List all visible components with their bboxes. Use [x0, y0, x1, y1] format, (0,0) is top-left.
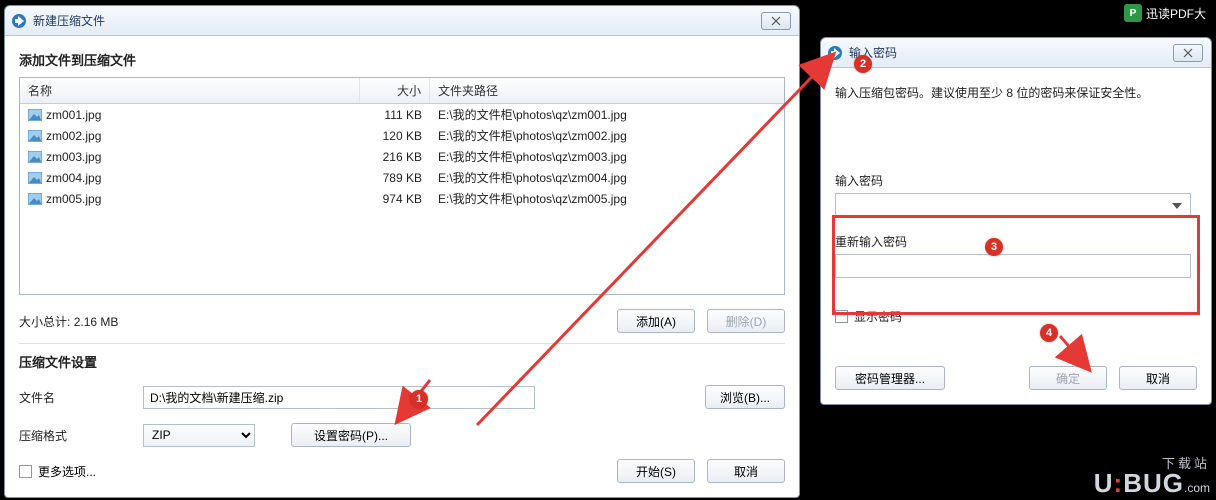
step-marker-2: 2 — [854, 55, 872, 73]
pdf-app-icon: P — [1124, 4, 1142, 22]
add-files-heading: 添加文件到压缩文件 — [19, 50, 785, 69]
ok-button[interactable]: 确定 — [1029, 366, 1107, 390]
image-file-icon — [28, 151, 42, 163]
dialog-message: 输入压缩包密码。建议使用至少 8 位的密码来保证安全性。 — [835, 84, 1197, 102]
image-file-icon — [28, 193, 42, 205]
password-label: 输入密码 — [835, 172, 1197, 189]
image-file-icon — [28, 130, 42, 142]
dialog-title: 新建压缩文件 — [33, 12, 105, 29]
step-marker-3: 3 — [985, 238, 1003, 256]
settings-heading: 压缩文件设置 — [19, 352, 785, 371]
browse-button[interactable]: 浏览(B)... — [705, 385, 785, 409]
step-marker-4: 4 — [1040, 324, 1058, 342]
table-header: 名称 大小 文件夹路径 — [20, 78, 784, 104]
more-options-checkbox[interactable]: 更多选项... — [19, 463, 96, 480]
set-password-button[interactable]: 设置密码(P)... — [291, 423, 411, 447]
taskbar-item-label: 迅读PDF大 — [1146, 5, 1206, 22]
add-button[interactable]: 添加(A) — [617, 309, 695, 333]
watermark: 下载站 U:UBUGBUG.com — [1094, 457, 1210, 496]
format-select[interactable]: ZIP — [143, 424, 255, 447]
create-archive-dialog: 新建压缩文件 添加文件到压缩文件 名称 大小 文件夹路径 zm001.jpg 1… — [4, 5, 800, 498]
total-size: 大小总计: 2.16 MB — [19, 313, 617, 330]
table-row[interactable]: zm002.jpg 120 KB E:\我的文件柜\photos\qz\zm00… — [20, 125, 784, 146]
filename-input[interactable] — [143, 386, 535, 409]
table-row[interactable]: zm003.jpg 216 KB E:\我的文件柜\photos\qz\zm00… — [20, 146, 784, 167]
titlebar[interactable]: 输入密码 — [821, 38, 1211, 68]
close-button[interactable] — [761, 12, 791, 30]
image-file-icon — [28, 109, 42, 121]
step-marker-1: 1 — [410, 390, 428, 408]
highlight-box — [832, 215, 1200, 315]
close-icon — [1182, 48, 1194, 58]
image-file-icon — [28, 172, 42, 184]
col-path-header[interactable]: 文件夹路径 — [430, 78, 784, 103]
close-button[interactable] — [1173, 44, 1203, 62]
app-icon — [827, 45, 843, 61]
col-size-header[interactable]: 大小 — [360, 78, 430, 103]
taskbar-item[interactable]: P 迅读PDF大 — [1124, 4, 1206, 22]
cancel-button[interactable]: 取消 — [1119, 366, 1197, 390]
app-icon — [11, 13, 27, 29]
delete-button[interactable]: 删除(D) — [707, 309, 785, 333]
divider — [19, 343, 785, 344]
col-name-header[interactable]: 名称 — [20, 78, 360, 103]
file-table: 名称 大小 文件夹路径 zm001.jpg 111 KB E:\我的文件柜\ph… — [19, 77, 785, 295]
start-button[interactable]: 开始(S) — [617, 459, 695, 483]
titlebar[interactable]: 新建压缩文件 — [5, 6, 799, 36]
password-combo[interactable] — [835, 193, 1191, 217]
table-body[interactable]: zm001.jpg 111 KB E:\我的文件柜\photos\qz\zm00… — [20, 104, 784, 209]
filename-label: 文件名 — [19, 389, 129, 406]
format-label: 压缩格式 — [19, 427, 129, 444]
close-icon — [770, 16, 782, 26]
checkbox-icon — [19, 465, 32, 478]
table-row[interactable]: zm005.jpg 974 KB E:\我的文件柜\photos\qz\zm00… — [20, 188, 784, 209]
table-row[interactable]: zm004.jpg 789 KB E:\我的文件柜\photos\qz\zm00… — [20, 167, 784, 188]
password-manager-button[interactable]: 密码管理器... — [835, 366, 945, 390]
table-row[interactable]: zm001.jpg 111 KB E:\我的文件柜\photos\qz\zm00… — [20, 104, 784, 125]
cancel-button[interactable]: 取消 — [707, 459, 785, 483]
